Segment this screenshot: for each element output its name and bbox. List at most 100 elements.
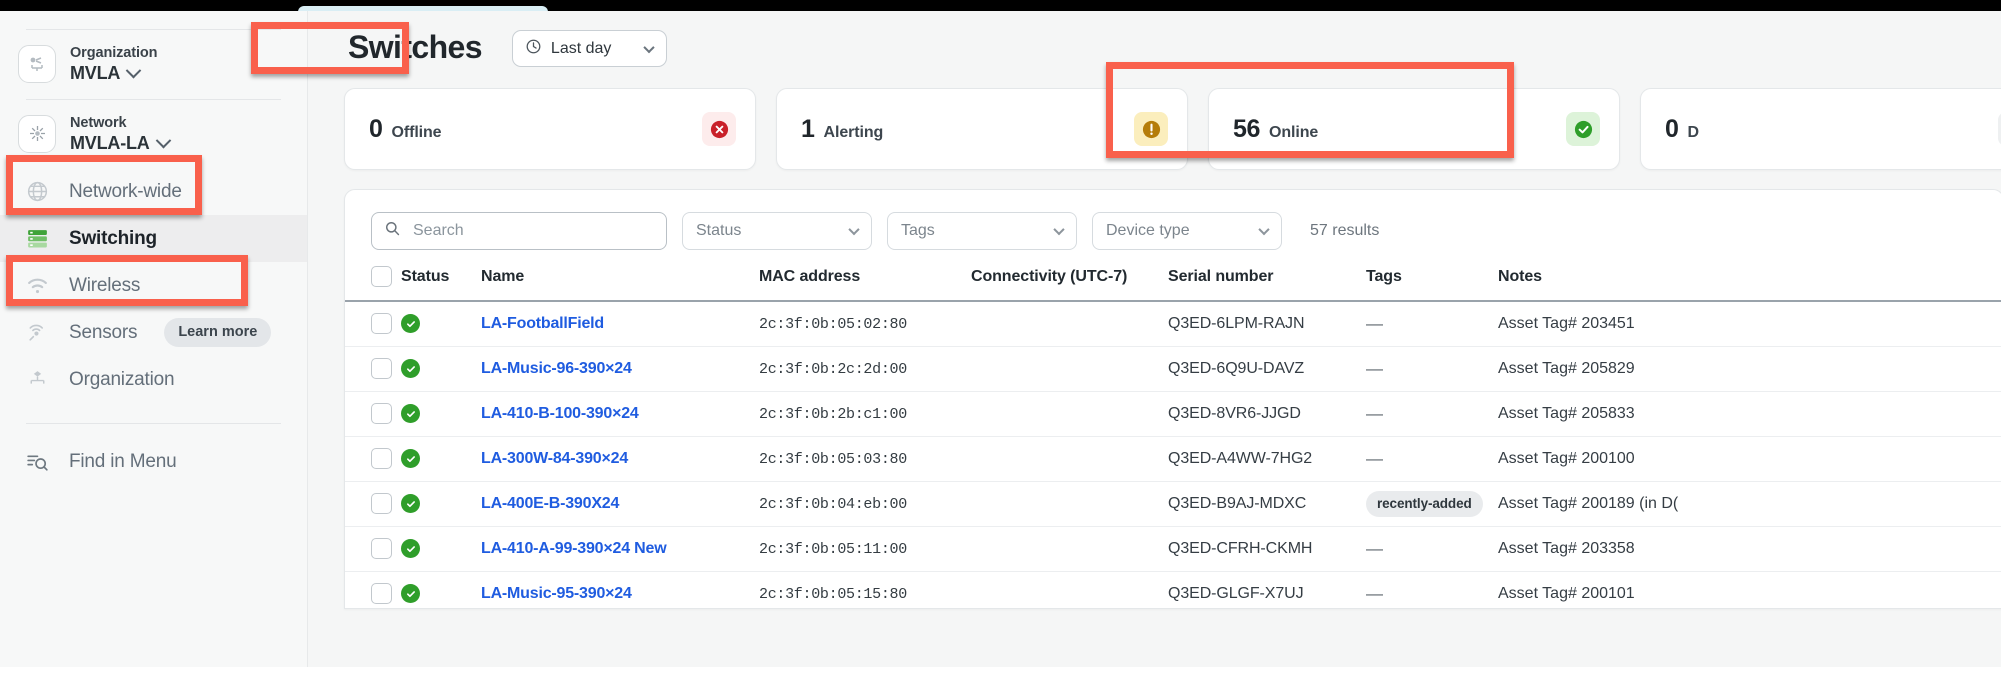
sensors-learn-more-button[interactable]: Learn more [164, 318, 272, 348]
row-mac-cell: 2c:3f:0b:05:15:80 [759, 571, 971, 608]
column-header-notes[interactable]: Notes [1498, 266, 2001, 302]
date-range-picker[interactable]: Last day [511, 30, 667, 67]
devices-table-body: LA-FootballField 2c:3f:0b:05:02:80 Q3ED-6L… [345, 301, 2001, 608]
status-card-alerting[interactable]: 1 Alerting [776, 88, 1188, 170]
find-in-menu[interactable]: Find in Menu [0, 438, 307, 485]
device-serial-number: Q3ED-8VR6-JJGD [1168, 404, 1301, 422]
chevron-down-icon[interactable] [125, 62, 142, 79]
row-notes-cell: Asset Tag# 200101 [1498, 571, 2001, 608]
row-connectivity-cell [971, 346, 1168, 392]
row-serial-cell: Q3ED-GLGF-X7UJ [1168, 571, 1366, 608]
row-serial-cell: Q3ED-6Q9U-DAVZ [1168, 346, 1366, 392]
row-checkbox[interactable] [371, 538, 392, 559]
sidebar-item-label: Switching [69, 227, 157, 249]
find-in-menu-icon [22, 447, 52, 477]
device-name-link[interactable]: LA-410-A-99-390×24 New [481, 540, 667, 557]
column-header-tags[interactable]: Tags [1366, 266, 1498, 302]
row-mac-cell: 2c:3f:0b:05:02:80 [759, 301, 971, 347]
row-serial-cell: Q3ED-8VR6-JJGD [1168, 391, 1366, 437]
table-row[interactable]: LA-Music-96-390×24 2c:3f:0b:2c:2d:00 Q3ED-… [345, 346, 2001, 392]
main-content: Switches Last day 0 Offline 1 Alerting 5… [308, 11, 2001, 667]
table-row[interactable]: LA-410-B-100-390×24 2c:3f:0b:2b:c1:00 Q3ED… [345, 391, 2001, 437]
status-online-icon [401, 494, 420, 513]
chevron-down-icon [643, 41, 655, 53]
row-select-cell [345, 481, 401, 527]
org-switcher[interactable]: Organization MVLA [0, 30, 307, 99]
table-row[interactable]: LA-FootballField 2c:3f:0b:05:02:80 Q3ED-6L… [345, 301, 2001, 347]
row-connectivity-cell [971, 391, 1168, 437]
column-header-connectivity[interactable]: Connectivity (UTC-7) [971, 266, 1168, 302]
device-tag: — [1366, 313, 1383, 333]
device-name-link[interactable]: LA-Music-95-390×24 [481, 585, 632, 602]
status-online-icon [401, 314, 420, 334]
row-status-cell [401, 481, 481, 527]
row-checkbox[interactable] [371, 448, 392, 469]
select-all-checkbox[interactable] [371, 266, 392, 287]
chevron-down-icon [1258, 223, 1270, 236]
status-card-count: 0 [369, 114, 383, 143]
online-badge [1566, 112, 1600, 146]
device-notes: Asset Tag# 203358 [1498, 539, 1635, 557]
alerting-badge [1134, 112, 1168, 146]
row-checkbox[interactable] [371, 583, 392, 604]
status-card-label: Offline [391, 123, 442, 141]
sidebar-item-label: Wireless [69, 274, 141, 296]
row-checkbox[interactable] [371, 313, 392, 335]
device-name-link[interactable]: LA-410-B-100-390×24 [481, 405, 639, 422]
device-notes: Asset Tag# 205833 [1498, 404, 1635, 422]
device-tag[interactable]: recently-added [1366, 490, 1483, 517]
status-filter-dropdown[interactable]: Status [682, 212, 872, 250]
network-switcher[interactable]: Network MVLA-LA [0, 100, 307, 169]
status-online-icon [401, 584, 420, 603]
sidebar-item-sensors[interactable]: Sensors Learn more [0, 309, 307, 356]
row-select-cell [345, 301, 401, 347]
warning-circle-icon [1142, 120, 1160, 138]
table-header-row: Status Name MAC address Connectivity (UT… [345, 266, 2001, 302]
sidebar-item-network-wide[interactable]: Network-wide [0, 168, 307, 215]
tags-filter-dropdown[interactable]: Tags [887, 212, 1077, 250]
device-mac-address: 2c:3f:0b:04:eb:00 [759, 495, 907, 513]
table-row[interactable]: LA-Music-95-390×24 2c:3f:0b:05:15:80 Q3ED-… [345, 571, 2001, 608]
tags-filter-label: Tags [901, 222, 935, 239]
row-serial-cell: Q3ED-CFRH-CKMH [1168, 526, 1366, 572]
sidebar-item-organization[interactable]: Organization [0, 356, 307, 403]
search-icon [384, 220, 401, 242]
device-notes: Asset Tag# 205829 [1498, 359, 1635, 377]
status-card-dormant[interactable]: 0 D [1640, 88, 2001, 170]
device-name-link[interactable]: LA-400E-B-390X24 [481, 495, 619, 512]
check-circle-icon [1574, 120, 1592, 138]
device-name-link[interactable]: LA-300W-84-390×24 [481, 450, 628, 467]
column-header-status[interactable]: Status [401, 266, 481, 302]
table-row[interactable]: LA-300W-84-390×24 2c:3f:0b:05:03:80 Q3ED-A… [345, 436, 2001, 482]
status-card-count: 1 [801, 114, 815, 143]
row-mac-cell: 2c:3f:0b:2c:2d:00 [759, 346, 971, 392]
device-name-link[interactable]: LA-FootballField [481, 315, 604, 332]
row-tags-cell: recently-added [1366, 481, 1498, 527]
status-card-online[interactable]: 56 Online [1208, 88, 1620, 170]
device-name-link[interactable]: LA-Music-96-390×24 [481, 360, 632, 377]
row-checkbox[interactable] [371, 493, 392, 514]
row-connectivity-cell [971, 571, 1168, 608]
device-serial-number: Q3ED-6Q9U-DAVZ [1168, 359, 1305, 377]
sidebar-item-wireless[interactable]: Wireless [0, 262, 307, 309]
chevron-down-icon[interactable] [155, 132, 171, 148]
status-card-offline[interactable]: 0 Offline [344, 88, 756, 170]
column-header-name[interactable]: Name [481, 266, 759, 302]
sidebar-item-label: Sensors [69, 321, 138, 343]
browser-top-strip [0, 0, 2001, 13]
row-notes-cell: Asset Tag# 205829 [1498, 346, 2001, 392]
column-header-mac-address[interactable]: MAC address [759, 266, 971, 302]
status-card-label: D [1687, 123, 1700, 141]
device-notes: Asset Tag# 203451 [1498, 314, 1635, 332]
table-row[interactable]: LA-410-A-99-390×24 New 2c:3f:0b:05:11:00 Q… [345, 526, 2001, 572]
column-header-serial-number[interactable]: Serial number [1168, 266, 1366, 302]
search-box[interactable] [371, 212, 667, 250]
device-type-filter-dropdown[interactable]: Device type [1092, 212, 1282, 250]
search-input[interactable] [411, 221, 654, 241]
row-checkbox[interactable] [371, 358, 392, 379]
sidebar-item-switching[interactable]: Switching [0, 215, 307, 263]
find-in-menu-label: Find in Menu [69, 450, 177, 472]
device-tag: — [1366, 358, 1383, 378]
table-row[interactable]: LA-400E-B-390X24 2c:3f:0b:04:eb:00 Q3ED-B9… [345, 481, 2001, 527]
row-checkbox[interactable] [371, 403, 392, 424]
